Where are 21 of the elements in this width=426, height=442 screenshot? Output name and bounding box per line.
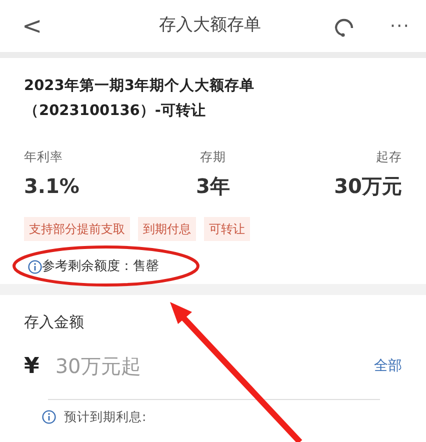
remaining-quota-text: 参考剩余额度：售罄 <box>42 258 159 276</box>
back-button[interactable]: < <box>16 14 48 38</box>
feature-tag: 到期付息 <box>138 216 196 241</box>
stat-value: 3.1% <box>24 172 80 200</box>
info-icon <box>28 260 42 274</box>
stat-value: 3年 <box>195 172 231 200</box>
screen-title: 存入大额存单 <box>158 15 261 36</box>
feature-tag: 可转让 <box>204 216 250 241</box>
stat-label: 年利率 <box>24 148 64 166</box>
stat-value: 30万元 <box>333 172 402 200</box>
product-code: （2023100136）-可转让 <box>24 102 207 121</box>
amount-label: 存入金额 <box>24 313 84 332</box>
feature-tag: 支持部分提前支取 <box>24 216 130 241</box>
stat-label: 起存 <box>374 148 402 166</box>
all-link[interactable]: 全部 <box>374 356 402 377</box>
more-button[interactable]: ··· <box>390 12 410 40</box>
product-title: 2023年第一期3年期个人大额存单 <box>24 76 256 96</box>
info-icon <box>42 410 56 424</box>
currency-symbol: ¥ <box>24 352 40 381</box>
stat-label: 存期 <box>198 148 227 166</box>
interest-note: 预计到期利息: <box>64 408 146 426</box>
